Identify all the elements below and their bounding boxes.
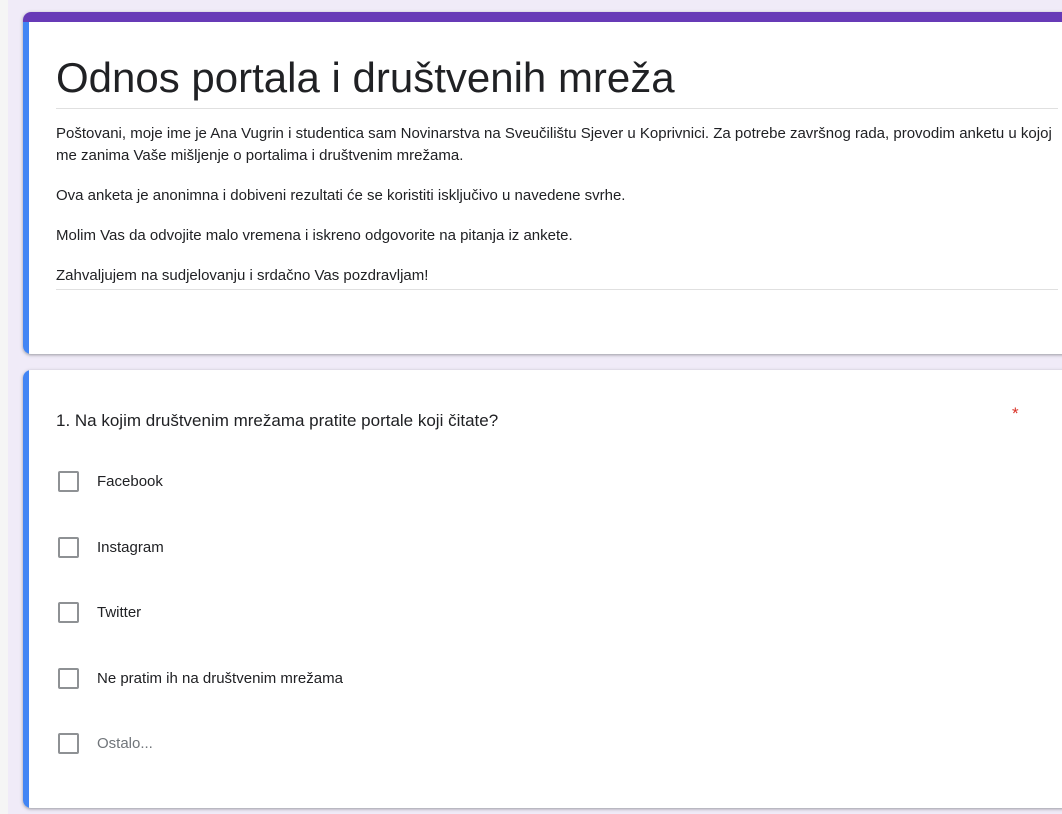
window-edge (0, 0, 8, 814)
description-paragraph: Molim Vas da odvojite malo vremena i isk… (56, 227, 573, 244)
option-label: Ne pratim ih na društvenim mrežama (97, 669, 343, 687)
option-instagram[interactable]: Instagram (58, 534, 164, 560)
description-paragraph: Poštovani, moje ime je Ana Vugrin i stud… (56, 125, 1052, 164)
option-label: Twitter (97, 603, 142, 621)
option-label-other: Ostalo... (97, 734, 153, 752)
checkbox-empty-icon[interactable] (58, 536, 79, 558)
checkbox-empty-icon[interactable] (58, 601, 79, 623)
description-paragraph: Ova anketa je anonimna i dobiveni rezult… (56, 187, 626, 204)
form-title: Odnos portala i društvenih mreža (56, 50, 1058, 109)
checkbox-empty-icon[interactable] (58, 732, 79, 754)
option-none[interactable]: Ne pratim ih na društvenim mrežama (58, 665, 343, 691)
description-paragraph: Zahvaljujem na sudjelovanju i srdačno Va… (56, 267, 429, 284)
question-title: 1. Na kojim društvenim mrežama pratite p… (56, 411, 499, 430)
question-card: 1. Na kojim društvenim mrežama pratite p… (23, 370, 1062, 808)
option-twitter[interactable]: Twitter (58, 599, 141, 625)
option-label: Instagram (97, 538, 164, 556)
active-card-accent (23, 370, 29, 808)
checkbox-empty-icon[interactable] (58, 667, 79, 689)
required-marker: * (1012, 404, 1019, 423)
option-other[interactable]: Ostalo... (58, 730, 153, 756)
theme-top-bar (23, 12, 1062, 22)
active-card-accent (23, 22, 29, 354)
checkbox-empty-icon[interactable] (58, 470, 79, 492)
form-description: Poštovani, moje ime je Ana Vugrin i stud… (56, 123, 1058, 290)
option-label: Facebook (97, 472, 163, 490)
option-facebook[interactable]: Facebook (58, 468, 163, 494)
form-page: Odnos portala i društvenih mreža Poštova… (0, 0, 1062, 814)
form-header-card: Odnos portala i društvenih mreža Poštova… (23, 12, 1062, 354)
